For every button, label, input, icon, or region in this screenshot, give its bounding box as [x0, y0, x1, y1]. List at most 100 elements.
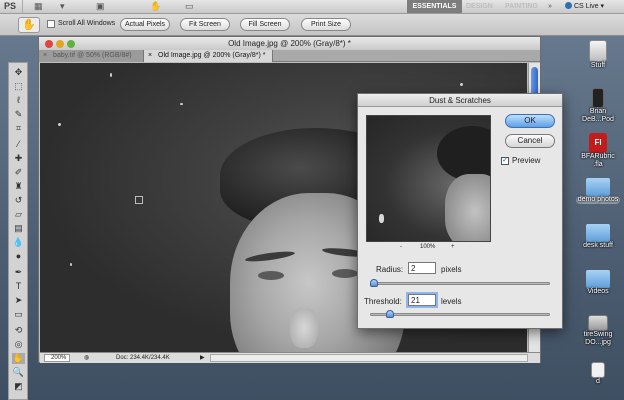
preview-hair [437, 126, 490, 181]
status-menu-arrow-icon[interactable]: ▶ [200, 353, 205, 363]
desktop-item-label: desk stuff [583, 242, 613, 249]
portrait-nose [290, 308, 318, 348]
dust-speck [70, 263, 72, 266]
close-tab-icon[interactable]: × [148, 50, 152, 62]
arrange-documents-icon[interactable]: ▣ [96, 1, 105, 12]
hand-icon[interactable]: ✋ [150, 1, 161, 12]
status-info-icon[interactable]: ◍ [84, 353, 89, 363]
dust-speck [460, 83, 463, 86]
horizontal-scrollbar[interactable] [210, 354, 528, 362]
workspace-painting[interactable]: PAINTING [505, 0, 538, 13]
path-selection-tool-icon[interactable]: ➤ [12, 295, 25, 306]
portrait-left-eye [258, 271, 284, 280]
desktop-item-tireswing[interactable]: tireSwing DO...jpg [576, 315, 620, 347]
eyedropper-tool-icon[interactable]: ⁄ [12, 139, 25, 150]
file-icon [591, 362, 605, 378]
3d-orbit-tool-icon[interactable]: ◎ [12, 339, 25, 350]
minimize-window-icon[interactable] [56, 40, 64, 48]
marquee-tool-icon[interactable]: ⬚ [12, 81, 25, 92]
desktop-item-demo-photos[interactable]: demo photos [576, 178, 620, 204]
desktop-item-label: d [596, 378, 600, 385]
bridge-icon[interactable]: ▦ [34, 1, 43, 12]
zoom-window-icon[interactable] [67, 40, 75, 48]
tab-baby-tif[interactable]: × baby.tif @ 50% (RGB/8#) [39, 50, 143, 62]
desktop-item-ipod[interactable]: Brian DeB...Pod [576, 88, 620, 124]
print-size-button[interactable]: Print Size [301, 18, 351, 31]
ok-button[interactable]: OK [505, 114, 555, 128]
desktop-item-label: demo photos [576, 196, 620, 204]
screen-mode-icon[interactable]: ▭ [185, 1, 194, 12]
pen-tool-icon[interactable]: ✒ [12, 267, 25, 278]
tab-old-image-jpg[interactable]: × Old Image.jpg @ 200% (Gray/8*) * [143, 50, 273, 62]
gradient-tool-icon[interactable]: ▤ [12, 223, 25, 234]
document-title-bar: Old Image.jpg @ 200% (Gray/8*) * [39, 37, 540, 50]
threshold-unit: levels [441, 297, 462, 306]
radius-slider-thumb[interactable] [370, 279, 378, 287]
workspace-essentials[interactable]: ESSENTIALS [407, 0, 462, 13]
preview-label: Preview [512, 156, 541, 165]
foreground-background-colors-icon[interactable]: ◩ [12, 381, 25, 392]
blur-tool-icon[interactable]: 💧 [12, 237, 25, 248]
brush-tool-icon[interactable]: ✐ [12, 167, 25, 178]
ipod-icon [592, 88, 604, 108]
app-logo: PS [4, 1, 17, 11]
workspace-design[interactable]: DESIGN [466, 0, 493, 13]
fill-screen-button[interactable]: Fill Screen [240, 18, 290, 31]
radius-label: Radius: [376, 265, 404, 274]
lasso-tool-icon[interactable]: ℓ [12, 95, 25, 106]
tab-label: Old Image.jpg @ 200% (Gray/8*) * [158, 52, 266, 59]
preview-face [445, 174, 490, 241]
tools-panel: ✥ ⬚ ℓ ✎ ⌗ ⁄ ✚ ✐ ♜ ↺ ▱ ▤ 💧 ● ✒ T ➤ ▭ ⟲ ◎ … [8, 62, 28, 400]
crop-tool-icon[interactable]: ⌗ [12, 123, 25, 134]
threshold-slider[interactable] [370, 313, 550, 316]
close-tab-icon[interactable]: × [43, 50, 47, 62]
hand-tool-preset-icon[interactable]: ✋ [18, 17, 40, 33]
dialog-title: Dust & Scratches [358, 94, 562, 107]
clone-stamp-tool-icon[interactable]: ♜ [12, 181, 25, 192]
desktop-item-bfarubric[interactable]: Fl BFARubric .fla [576, 133, 620, 169]
3d-rotate-tool-icon[interactable]: ⟲ [12, 325, 25, 336]
drive-icon [589, 40, 607, 62]
document-title: Old Image.jpg @ 200% (Gray/8*) * [228, 39, 351, 48]
preview-checkbox[interactable]: ✓ [501, 157, 509, 165]
type-tool-icon[interactable]: T [12, 281, 25, 292]
tab-label: baby.tif @ 50% (RGB/8#) [53, 52, 132, 59]
folder-icon [586, 178, 610, 196]
zoom-tool-icon[interactable]: 🔍 [12, 367, 25, 378]
actual-pixels-button[interactable]: Actual Pixels [120, 18, 170, 31]
desktop-item-d[interactable]: d [576, 362, 620, 386]
folder-icon [586, 270, 610, 288]
close-window-icon[interactable] [45, 40, 53, 48]
move-tool-icon[interactable]: ✥ [12, 67, 25, 78]
filter-preview-window[interactable] [366, 115, 491, 242]
cs-live-label: CS Live [574, 3, 599, 10]
dust-speck [110, 73, 112, 77]
radius-slider[interactable] [370, 282, 550, 285]
hand-tool-icon[interactable]: ✋ [12, 353, 25, 364]
healing-brush-tool-icon[interactable]: ✚ [12, 153, 25, 164]
cs-live-button[interactable]: CS Live ▾ [565, 0, 604, 13]
desktop-item-videos[interactable]: Videos [576, 270, 620, 296]
radius-input[interactable]: 2 [408, 262, 436, 274]
dodge-tool-icon[interactable]: ● [12, 251, 25, 262]
zoom-field[interactable]: 200% [44, 354, 70, 362]
desktop-item-label: Brian DeB...Pod [582, 108, 614, 123]
desktop-item-desk-stuff[interactable]: desk stuff [576, 224, 620, 250]
eraser-tool-icon[interactable]: ▱ [12, 209, 25, 220]
scroll-all-windows-checkbox[interactable] [47, 20, 55, 28]
threshold-input[interactable]: 21 [408, 294, 436, 306]
desktop-item-label: Videos [587, 288, 609, 295]
zoom-out-button[interactable]: - [400, 244, 402, 250]
threshold-slider-thumb[interactable] [386, 310, 394, 318]
shape-tool-icon[interactable]: ▭ [12, 309, 25, 320]
zoom-level-icon[interactable]: ▾ [60, 1, 65, 12]
more-workspaces-icon[interactable]: » [548, 0, 552, 13]
zoom-in-button[interactable]: + [451, 244, 455, 250]
desktop-item-stuff[interactable]: Stuff [576, 40, 620, 70]
quick-selection-tool-icon[interactable]: ✎ [12, 109, 25, 120]
document-size-info[interactable]: Doc: 234.4K/234.4K [116, 353, 170, 363]
fit-screen-button[interactable]: Fit Screen [180, 18, 230, 31]
cs-live-icon [565, 2, 572, 9]
history-brush-tool-icon[interactable]: ↺ [12, 195, 25, 206]
cancel-button[interactable]: Cancel [505, 134, 555, 148]
